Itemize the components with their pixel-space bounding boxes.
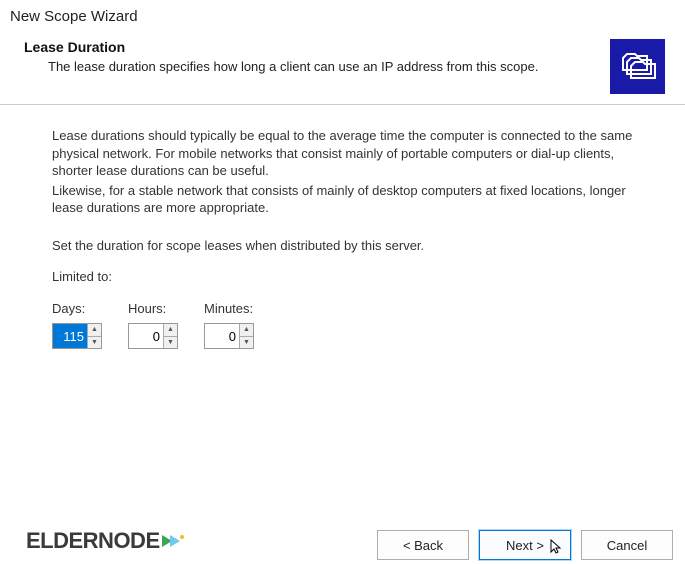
lease-info-paragraph-2: Likewise, for a stable network that cons…: [52, 182, 647, 217]
wizard-footer: < Back Next > Cancel: [0, 524, 685, 564]
cancel-button[interactable]: Cancel: [581, 530, 673, 560]
next-button[interactable]: Next >: [479, 530, 571, 560]
duration-fields: Days: ▲ ▼ Hours: ▲ ▼ Minutes:: [52, 300, 647, 350]
days-label: Days:: [52, 300, 102, 318]
limited-to-label: Limited to:: [52, 268, 647, 286]
hours-up-button[interactable]: ▲: [164, 324, 177, 337]
window-title: New Scope Wizard: [0, 0, 685, 31]
minutes-down-button[interactable]: ▼: [240, 337, 253, 349]
minutes-label: Minutes:: [204, 300, 254, 318]
back-button[interactable]: < Back: [377, 530, 469, 560]
minutes-spinner[interactable]: ▲ ▼: [204, 323, 254, 349]
hours-label: Hours:: [128, 300, 178, 318]
page-subtitle: The lease duration specifies how long a …: [48, 59, 600, 74]
days-spinner[interactable]: ▲ ▼: [52, 323, 102, 349]
days-up-button[interactable]: ▲: [88, 324, 101, 337]
hours-input[interactable]: [129, 324, 163, 348]
wizard-content: Lease durations should typically be equa…: [0, 105, 685, 349]
days-input[interactable]: [53, 324, 87, 348]
minutes-up-button[interactable]: ▲: [240, 324, 253, 337]
hours-spinner[interactable]: ▲ ▼: [128, 323, 178, 349]
wizard-icon: [610, 39, 665, 94]
minutes-input[interactable]: [205, 324, 239, 348]
folders-icon: [617, 46, 659, 88]
days-down-button[interactable]: ▼: [88, 337, 101, 349]
hours-down-button[interactable]: ▼: [164, 337, 177, 349]
lease-instruction: Set the duration for scope leases when d…: [52, 237, 647, 255]
wizard-header: Lease Duration The lease duration specif…: [0, 31, 685, 105]
cursor-icon: [550, 539, 564, 555]
lease-info-paragraph-1: Lease durations should typically be equa…: [52, 127, 647, 180]
page-title: Lease Duration: [24, 39, 600, 55]
